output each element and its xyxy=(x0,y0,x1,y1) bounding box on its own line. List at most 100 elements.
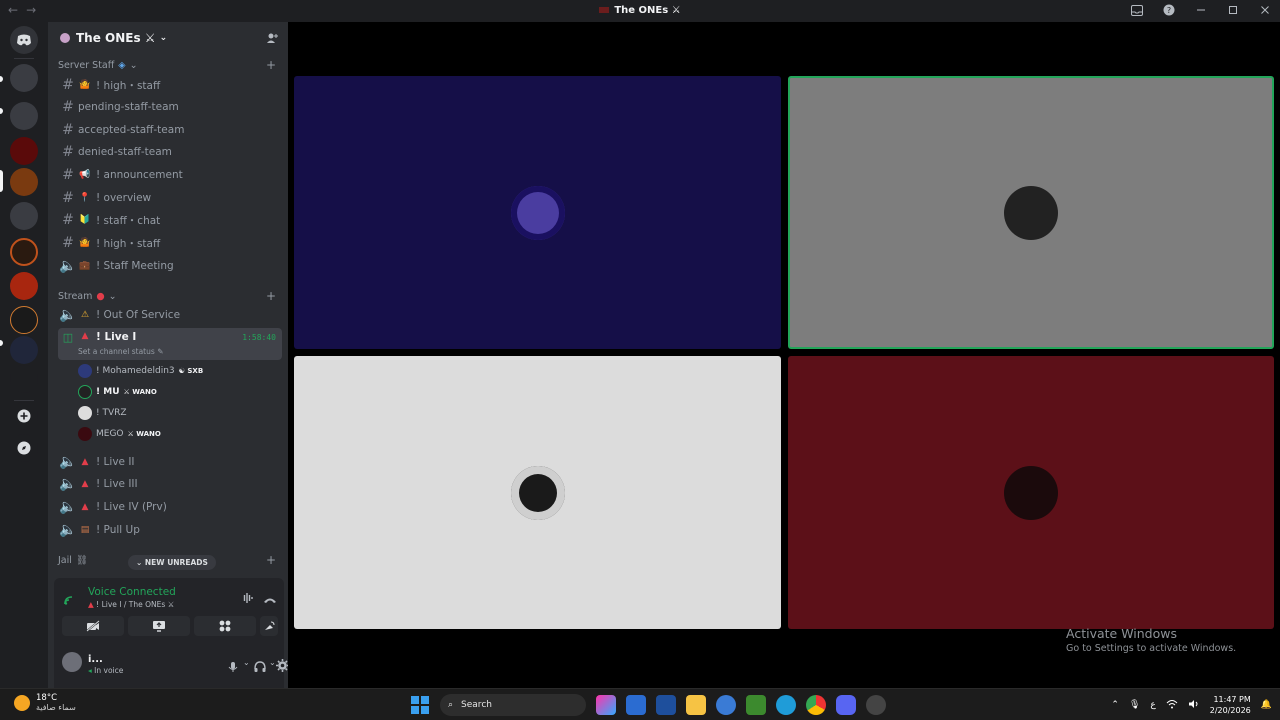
chrome-icon[interactable] xyxy=(806,695,826,715)
close-icon[interactable] xyxy=(1258,3,1272,17)
channel-pending-staff-team[interactable]: # pending-staff-team xyxy=(58,97,282,117)
store-icon[interactable] xyxy=(626,695,646,715)
category-stream[interactable]: Stream ● ⌄ xyxy=(58,291,117,302)
add-channel-icon[interactable]: + xyxy=(266,553,276,567)
copilot-icon[interactable] xyxy=(596,695,616,715)
minimize-icon[interactable] xyxy=(1194,3,1208,17)
app-icon[interactable] xyxy=(866,695,886,715)
video-tile-speaking[interactable] xyxy=(788,76,1274,349)
server-folder-icon[interactable] xyxy=(10,202,38,230)
weather-condition: سماء صافية xyxy=(36,703,76,712)
voice-user[interactable]: ! TVRZ xyxy=(78,403,127,423)
invite-icon[interactable] xyxy=(266,32,278,47)
category-server-staff[interactable]: Server Staff ◈ ⌄ xyxy=(58,60,138,71)
emoji-icon: 🤷 xyxy=(79,80,91,90)
activities-button[interactable] xyxy=(194,616,256,636)
channel-high-staff[interactable]: # 🤷 ! high・staff xyxy=(58,75,282,95)
disconnect-icon[interactable] xyxy=(263,590,277,609)
announcement-icon: # xyxy=(62,167,74,183)
video-tile[interactable] xyxy=(294,76,781,349)
screen-share-button[interactable] xyxy=(128,616,190,636)
server-folder-icon[interactable] xyxy=(10,64,38,92)
server-icon[interactable] xyxy=(10,336,38,364)
rail-divider xyxy=(14,400,34,401)
edge-icon[interactable] xyxy=(776,695,796,715)
channel-pull-up[interactable]: 🔈 ▤ ! Pull Up xyxy=(58,520,282,540)
channel-name: accepted-staff-team xyxy=(78,124,185,136)
volume-icon[interactable] xyxy=(1188,699,1200,712)
weather-widget[interactable]: 18°C سماء صافية xyxy=(14,693,76,712)
notification-icon[interactable]: 🔔 xyxy=(1261,700,1272,710)
server-icon[interactable] xyxy=(10,238,38,266)
server-folder-icon[interactable] xyxy=(10,102,38,130)
channel-denied-staff-team[interactable]: # denied-staff-team xyxy=(58,142,282,162)
channel-status[interactable]: Set a channel status ✎ xyxy=(78,347,163,356)
help-icon[interactable]: ? xyxy=(1162,3,1176,17)
add-channel-icon[interactable]: + xyxy=(266,58,276,72)
voice-user-speaking[interactable]: ! MU ⚔ WANO xyxy=(78,382,157,402)
voice-connected-status[interactable]: Voice Connected xyxy=(88,586,176,598)
channel-high-staff-2[interactable]: # 🤷 ! high・staff xyxy=(58,233,282,253)
discord-app-icon[interactable] xyxy=(836,695,856,715)
camera-off-button[interactable] xyxy=(62,616,124,636)
channel-live-1[interactable]: ◫ ▲ ! Live I 1:58:40 Set a channel statu… xyxy=(58,328,282,360)
voice-status-icon: ◂ xyxy=(88,666,92,675)
chain-icon: ⛓ xyxy=(75,555,88,566)
settings-app-icon[interactable] xyxy=(716,695,736,715)
server-header[interactable]: The ONEs ⚔ ⌄ xyxy=(48,22,288,54)
channel-staff-meeting[interactable]: 🔈 💼 ! Staff Meeting xyxy=(58,256,282,276)
add-server-icon[interactable] xyxy=(10,402,38,430)
shield-app-icon[interactable] xyxy=(656,695,676,715)
language-indicator[interactable]: ع xyxy=(1150,700,1155,710)
microphone-tray-icon[interactable]: 🎙 xyxy=(1129,700,1140,710)
chevron-down-icon[interactable]: ⌄ xyxy=(269,658,276,667)
channel-staff-chat[interactable]: # 🔰 ! staff・chat xyxy=(58,210,282,230)
video-tile[interactable] xyxy=(788,356,1274,629)
clock[interactable]: 11:47 PM 2/20/2026 xyxy=(1210,694,1251,716)
hash-icon: # xyxy=(62,122,74,138)
call-timer: 1:58:40 xyxy=(242,333,276,342)
maximize-icon[interactable] xyxy=(1226,3,1240,17)
microphone-icon[interactable] xyxy=(228,658,238,677)
user-name[interactable]: i... xyxy=(88,654,103,665)
speaker-icon: 🔈 xyxy=(59,258,77,274)
server-icon[interactable] xyxy=(10,365,38,393)
channel-live-3[interactable]: 🔈 ▲ ! Live III xyxy=(58,474,282,494)
channel-live-2[interactable]: 🔈 ▲ ! Live II xyxy=(58,452,282,472)
minecraft-icon[interactable] xyxy=(746,695,766,715)
inbox-icon[interactable] xyxy=(1130,3,1144,17)
channel-out-of-service[interactable]: 🔈 ⚠ ! Out Of Service xyxy=(58,305,282,325)
windows-start-icon[interactable] xyxy=(410,695,430,715)
channel-live-4[interactable]: 🔈 ▲ ! Live IV (Prv) xyxy=(58,497,282,517)
video-tile[interactable] xyxy=(294,356,781,629)
channel-name: ! Live III xyxy=(96,478,138,490)
server-icon[interactable] xyxy=(10,306,38,334)
server-icon-the-ones[interactable] xyxy=(10,168,38,196)
voice-user[interactable]: ! Mohamedeldin3 ☯ SXB xyxy=(78,361,203,381)
settings-gear-icon[interactable] xyxy=(276,657,288,676)
chevron-up-icon[interactable]: ⌃ xyxy=(1111,700,1119,710)
headphones-icon[interactable] xyxy=(254,658,266,677)
voice-location[interactable]: ▲ ! Live I / The ONEs ⚔ xyxy=(88,600,174,609)
chevron-down-icon[interactable]: ⌄ xyxy=(243,658,250,667)
wifi-icon[interactable] xyxy=(1166,699,1178,712)
category-jail[interactable]: Jail ⛓ xyxy=(58,555,88,566)
channel-accepted-staff-team[interactable]: # accepted-staff-team xyxy=(58,120,282,140)
discord-home-icon[interactable] xyxy=(10,26,38,54)
channel-name: ! high・staff xyxy=(96,237,161,250)
voice-user[interactable]: MEGO ⚔ WANO xyxy=(78,424,161,444)
file-explorer-icon[interactable] xyxy=(686,695,706,715)
add-channel-icon[interactable]: + xyxy=(266,289,276,303)
new-unreads-button[interactable]: ⌄ NEW UNREADS xyxy=(128,555,216,570)
chevron-down-icon: ⌄ xyxy=(129,60,138,71)
user-avatar[interactable] xyxy=(62,652,82,672)
discover-icon[interactable] xyxy=(10,434,38,462)
channel-overview[interactable]: # 📍 ! overview xyxy=(58,188,282,208)
server-icon[interactable] xyxy=(10,272,38,300)
channel-announcement[interactable]: # 📢 ! announcement xyxy=(58,165,282,185)
server-icon[interactable] xyxy=(10,137,38,165)
taskbar-search[interactable]: ⌕ Search xyxy=(440,694,586,716)
signal-icon[interactable] xyxy=(64,590,78,609)
noise-suppression-icon[interactable] xyxy=(241,589,255,608)
soundboard-button[interactable] xyxy=(260,616,278,636)
